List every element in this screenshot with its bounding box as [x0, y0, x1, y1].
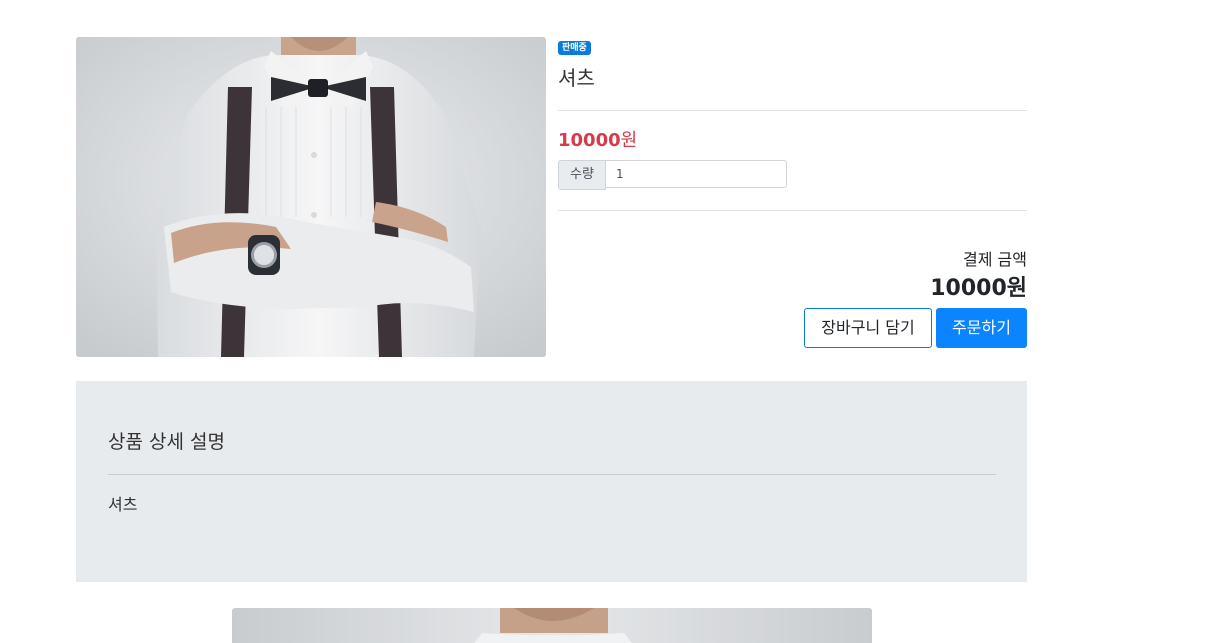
- detail-image: [232, 608, 872, 643]
- shirt-model-photo: [76, 37, 546, 357]
- product-detail-section: 상품 상세 설명 셔츠: [76, 381, 1027, 582]
- product-image: [76, 37, 546, 357]
- detail-title: 상품 상세 설명: [108, 431, 225, 453]
- order-button[interactable]: 주문하기: [936, 308, 1027, 348]
- product-title: 셔츠: [558, 66, 595, 90]
- payment-label: 결제 금액: [963, 250, 1027, 269]
- price-value: 10000: [558, 130, 621, 151]
- quantity-label: 수량: [558, 160, 606, 190]
- price-unit: 원: [620, 130, 638, 151]
- add-to-cart-button[interactable]: 장바구니 담기: [804, 308, 932, 348]
- shirt-model-photo: [232, 608, 872, 643]
- divider: [558, 110, 1027, 111]
- status-badge: 판매중: [558, 41, 591, 55]
- divider: [558, 210, 1027, 211]
- payment-total: 10000원: [930, 276, 1027, 301]
- quantity-input[interactable]: [606, 160, 787, 188]
- quantity-group: 수량: [558, 160, 792, 190]
- product-price: 10000원: [558, 129, 637, 153]
- detail-description: 셔츠: [108, 495, 138, 514]
- divider: [108, 474, 996, 475]
- product-summary: 판매중 셔츠 10000원 수량 결제 금액 10000원 장바구니 담기 주문…: [76, 37, 1027, 357]
- product-info: 판매중 셔츠 10000원 수량 결제 금액 10000원 장바구니 담기 주문…: [558, 37, 1027, 357]
